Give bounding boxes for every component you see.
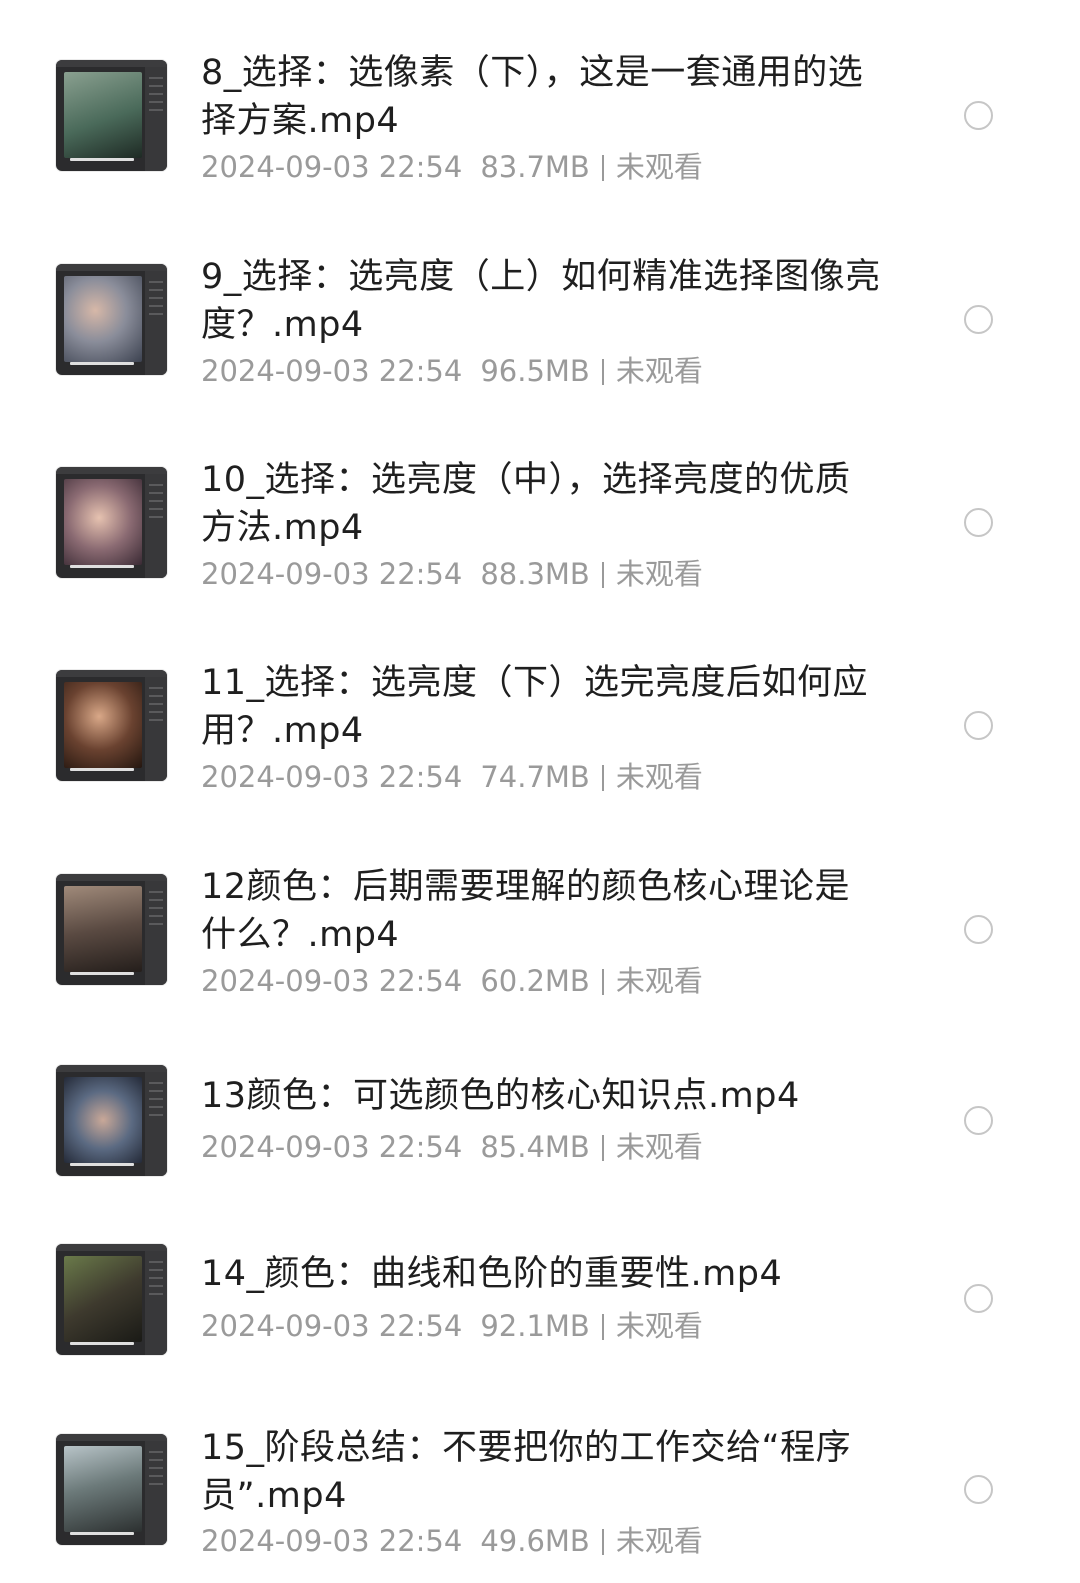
file-date: 2024-09-03 22:54 <box>201 1130 463 1164</box>
file-date: 2024-09-03 22:54 <box>201 150 463 184</box>
select-radio[interactable] <box>964 915 993 944</box>
video-thumbnail-icon <box>56 60 167 171</box>
file-meta: 2024-09-03 22:54 60.2MB 未观看 <box>201 963 703 999</box>
list-item[interactable]: 12颜色：后期需要理解的颜色核心理论是什么？.mp4 2024-09-03 22… <box>0 814 1080 1017</box>
divider <box>601 562 604 588</box>
file-title: 10_选择：选亮度（中），选择亮度的优质方法.mp4 <box>201 460 851 548</box>
watch-status: 未观看 <box>615 557 703 591</box>
divider <box>601 155 604 181</box>
thumbnail-photo <box>64 886 142 972</box>
file-list: 8_选择：选像素（下），这是一套通用的选择方案.mp4 2024-09-03 2… <box>0 0 1080 1583</box>
watch-status: 未观看 <box>615 150 703 184</box>
file-title: 15_阶段总结：不要把你的工作交给“程序员”.mp4 <box>201 1428 852 1516</box>
video-thumbnail-icon <box>56 1065 167 1176</box>
watch-status: 未观看 <box>615 1309 703 1343</box>
file-title: 14_颜色：曲线和色阶的重要性.mp4 <box>201 1254 783 1294</box>
file-meta: 2024-09-03 22:54 88.3MB 未观看 <box>201 556 703 592</box>
file-title: 8_选择：选像素（下），这是一套通用的选择方案.mp4 <box>201 53 864 141</box>
file-title: 11_选择：选亮度（下）选完亮度后如何应用？.mp4 <box>201 663 869 751</box>
file-meta: 2024-09-03 22:54 96.5MB 未观看 <box>201 353 703 389</box>
thumbnail-photo <box>64 1446 142 1532</box>
watch-status: 未观看 <box>615 354 703 388</box>
list-item[interactable]: 8_选择：选像素（下），这是一套通用的选择方案.mp4 2024-09-03 2… <box>0 0 1080 204</box>
file-title: 13颜色：可选颜色的核心知识点.mp4 <box>201 1076 800 1116</box>
list-item[interactable]: 14_颜色：曲线和色阶的重要性.mp4 2024-09-03 22:54 92.1… <box>0 1193 1080 1375</box>
file-size: 85.4MB <box>480 1130 590 1164</box>
watch-status: 未观看 <box>615 760 703 794</box>
list-item[interactable]: 11_选择：选亮度（下）选完亮度后如何应用？.mp4 2024-09-03 22… <box>0 610 1080 814</box>
file-meta: 2024-09-03 22:54 74.7MB 未观看 <box>201 759 703 795</box>
divider <box>601 1135 604 1161</box>
file-size: 92.1MB <box>480 1309 590 1343</box>
file-size: 88.3MB <box>480 557 590 591</box>
file-meta: 2024-09-03 22:54 49.6MB 未观看 <box>201 1523 703 1559</box>
file-size: 60.2MB <box>480 964 590 998</box>
file-title: 9_选择：选亮度（上）如何精准选择图像亮度？.mp4 <box>201 257 881 345</box>
video-thumbnail-icon <box>56 670 167 781</box>
file-date: 2024-09-03 22:54 <box>201 354 463 388</box>
thumbnail-photo <box>64 72 142 158</box>
thumbnail-photo <box>64 1256 142 1342</box>
select-radio[interactable] <box>964 305 993 334</box>
watch-status: 未观看 <box>615 964 703 998</box>
video-thumbnail-icon <box>56 467 167 578</box>
list-item[interactable]: 15_阶段总结：不要把你的工作交给“程序员”.mp4 2024-09-03 22… <box>0 1375 1080 1583</box>
select-radio[interactable] <box>964 1106 993 1135</box>
select-radio[interactable] <box>964 101 993 130</box>
divider <box>601 969 604 995</box>
select-radio[interactable] <box>964 508 993 537</box>
file-size: 49.6MB <box>480 1524 590 1558</box>
select-radio[interactable] <box>964 711 993 740</box>
thumbnail-photo <box>64 479 142 565</box>
video-thumbnail-icon <box>56 1434 167 1545</box>
file-meta: 2024-09-03 22:54 83.7MB 未观看 <box>201 149 703 185</box>
file-size: 96.5MB <box>480 354 590 388</box>
file-date: 2024-09-03 22:54 <box>201 1309 463 1343</box>
file-date: 2024-09-03 22:54 <box>201 557 463 591</box>
select-radio[interactable] <box>964 1475 993 1504</box>
divider <box>601 1314 604 1340</box>
thumbnail-photo <box>64 682 142 768</box>
file-size: 83.7MB <box>480 150 590 184</box>
list-item[interactable]: 10_选择：选亮度（中），选择亮度的优质方法.mp4 2024-09-03 22… <box>0 407 1080 610</box>
divider <box>601 1529 604 1555</box>
thumbnail-photo <box>64 1077 142 1163</box>
divider <box>601 359 604 385</box>
file-meta: 2024-09-03 22:54 85.4MB 未观看 <box>201 1129 703 1165</box>
thumbnail-photo <box>64 276 142 362</box>
file-size: 74.7MB <box>480 760 590 794</box>
list-item[interactable]: 9_选择：选亮度（上）如何精准选择图像亮度？.mp4 2024-09-03 22… <box>0 204 1080 407</box>
video-thumbnail-icon <box>56 1244 167 1355</box>
divider <box>601 765 604 791</box>
list-item[interactable]: 13颜色：可选颜色的核心知识点.mp4 2024-09-03 22:54 85.4… <box>0 1017 1080 1193</box>
file-date: 2024-09-03 22:54 <box>201 964 463 998</box>
file-date: 2024-09-03 22:54 <box>201 1524 463 1558</box>
watch-status: 未观看 <box>615 1524 703 1558</box>
video-thumbnail-icon <box>56 264 167 375</box>
video-thumbnail-icon <box>56 874 167 985</box>
file-title: 12颜色：后期需要理解的颜色核心理论是什么？.mp4 <box>201 867 851 955</box>
file-date: 2024-09-03 22:54 <box>201 760 463 794</box>
select-radio[interactable] <box>964 1284 993 1313</box>
watch-status: 未观看 <box>615 1130 703 1164</box>
file-meta: 2024-09-03 22:54 92.1MB 未观看 <box>201 1308 703 1344</box>
